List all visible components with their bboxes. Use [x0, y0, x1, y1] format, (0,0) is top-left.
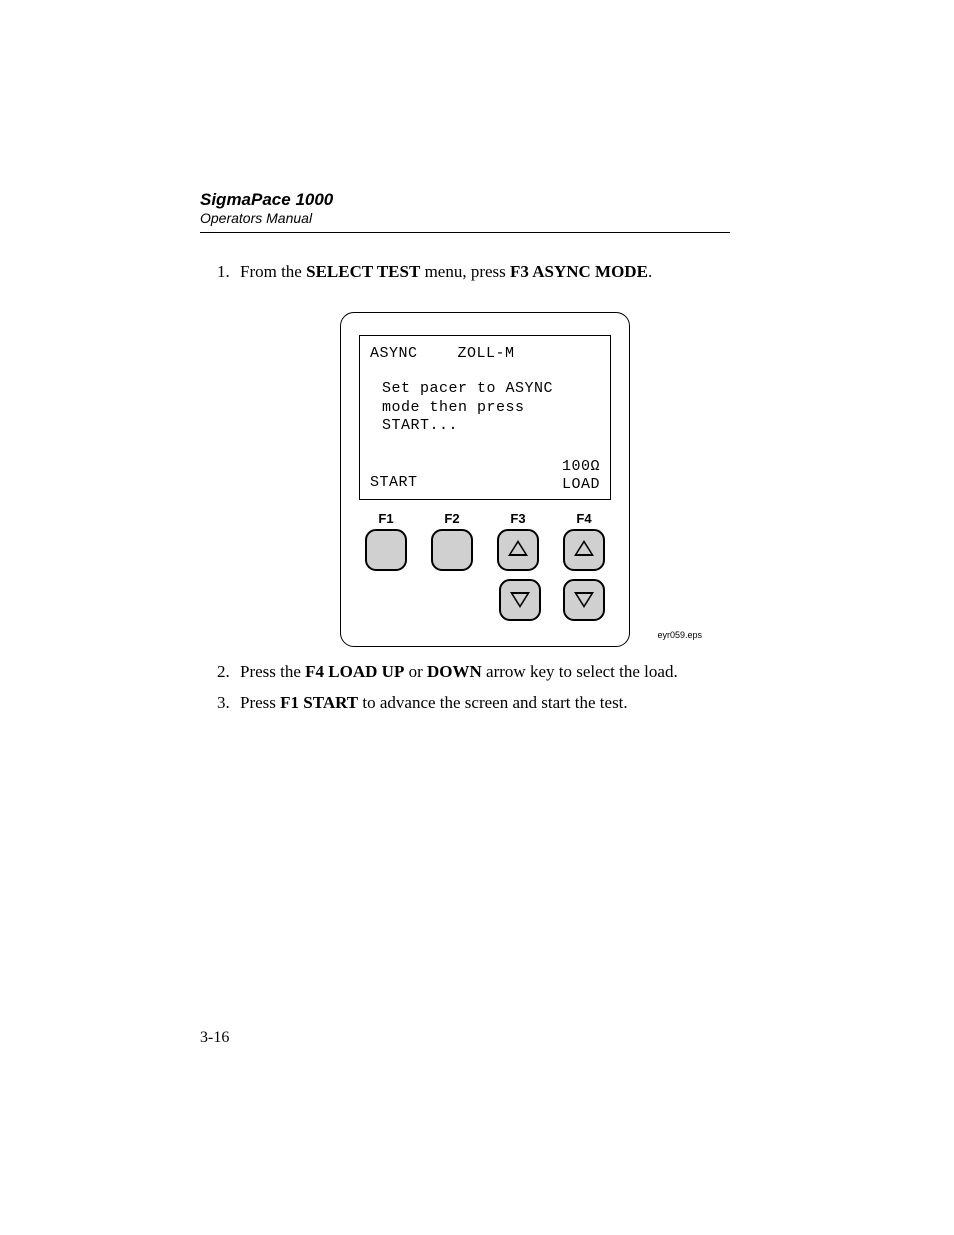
lcd-top-row: ASYNC ZOLL-M	[370, 344, 600, 364]
arrow-down-icon	[574, 592, 594, 608]
step-list: From the SELECT TEST menu, press F3 ASYN…	[200, 261, 730, 715]
step-1-bold-b: SELECT TEST	[306, 262, 420, 281]
lcd-device: ZOLL-M	[458, 344, 515, 364]
button-f3-down[interactable]	[499, 579, 541, 621]
down-key-row	[359, 579, 611, 621]
arrow-up-icon	[574, 540, 594, 556]
fkey-col-f4: F4	[563, 510, 605, 572]
step-1-text-e: .	[648, 262, 652, 281]
step-2: Press the F4 LOAD UP or DOWN arrow key t…	[234, 661, 730, 684]
step-1: From the SELECT TEST menu, press F3 ASYN…	[234, 261, 730, 647]
step-2-bold-d: DOWN	[427, 662, 482, 681]
step-2-bold-b: F4 LOAD UP	[305, 662, 404, 681]
step-3-text-c: to advance the screen and start the test…	[358, 693, 628, 712]
lcd-start-label: START	[370, 473, 418, 493]
content-block: SigmaPace 1000 Operators Manual From the…	[200, 190, 730, 723]
lcd-msg-line2: mode then press START...	[382, 399, 600, 437]
fkey-label-f1: F1	[378, 510, 393, 528]
button-f2[interactable]	[431, 529, 473, 571]
lcd-load-value: 100Ω	[562, 458, 600, 475]
doc-subtitle: Operators Manual	[200, 210, 730, 226]
device-bezel: ASYNC ZOLL-M Set pacer to ASYNC mode the…	[340, 312, 630, 647]
step-1-text-c: menu, press	[420, 262, 510, 281]
page-number: 3-16	[200, 1029, 229, 1047]
doc-title: SigmaPace 1000	[200, 190, 730, 210]
step-2-text-e: arrow key to select the load.	[482, 662, 678, 681]
fkey-label-f2: F2	[444, 510, 459, 528]
lcd-message: Set pacer to ASYNC mode then press START…	[382, 380, 600, 436]
fkey-row: F1 F2 F3 F4	[359, 510, 611, 572]
step-3-bold-b: F1 START	[280, 693, 358, 712]
step-1-text-a: From the	[240, 262, 306, 281]
fkey-label-f3: F3	[510, 510, 525, 528]
lcd-mode: ASYNC	[370, 344, 418, 364]
step-2-text-a: Press the	[240, 662, 305, 681]
arrow-up-icon	[508, 540, 528, 556]
step-3: Press F1 START to advance the screen and…	[234, 692, 730, 715]
fkey-label-f4: F4	[576, 510, 591, 528]
fkey-col-f1: F1	[365, 510, 407, 572]
figure-caption: eyr059.eps	[657, 629, 702, 641]
fkey-col-f3: F3	[497, 510, 539, 572]
step-2-text-c: or	[404, 662, 427, 681]
fkey-col-f2: F2	[431, 510, 473, 572]
page: SigmaPace 1000 Operators Manual From the…	[0, 0, 954, 1235]
button-f4-up[interactable]	[563, 529, 605, 571]
step-1-bold-d: F3 ASYNC MODE	[510, 262, 648, 281]
lcd-msg-line1: Set pacer to ASYNC	[382, 380, 600, 399]
step-3-text-a: Press	[240, 693, 280, 712]
button-f1[interactable]	[365, 529, 407, 571]
header-rule	[200, 232, 730, 233]
button-f3-up[interactable]	[497, 529, 539, 571]
button-f4-down[interactable]	[563, 579, 605, 621]
figure: ASYNC ZOLL-M Set pacer to ASYNC mode the…	[340, 312, 630, 647]
lcd-screen: ASYNC ZOLL-M Set pacer to ASYNC mode the…	[359, 335, 611, 500]
arrow-down-icon	[510, 592, 530, 608]
lcd-load-label: LOAD	[562, 476, 600, 493]
lcd-load-block: 100Ω LOAD	[562, 458, 600, 493]
